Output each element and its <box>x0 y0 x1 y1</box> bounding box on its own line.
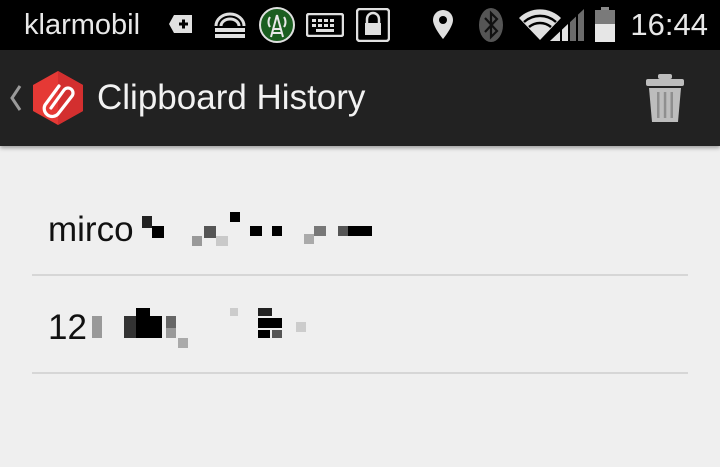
add-notification-icon <box>169 15 192 33</box>
battery-icon <box>595 7 615 42</box>
cloud-sync-icon <box>214 12 246 38</box>
trash-icon[interactable] <box>640 72 690 126</box>
chevron-left-icon[interactable] <box>8 83 24 113</box>
carrier-label: klarmobil <box>24 9 141 41</box>
location-icon <box>433 10 453 39</box>
paperclip-icon[interactable] <box>31 70 85 126</box>
antenna-app-icon <box>259 7 295 43</box>
list-item[interactable]: 12 <box>32 276 688 374</box>
status-bar: klarmobil 16:44 <box>0 0 720 50</box>
bluetooth-icon <box>479 8 503 42</box>
list-item[interactable]: mirco <box>32 178 688 276</box>
clock: 16:44 <box>630 7 708 42</box>
lock-icon <box>356 8 390 42</box>
clip-text: 12 <box>48 308 87 347</box>
clipboard-list: mirco 12 <box>32 178 688 374</box>
page-title: Clipboard History <box>97 78 366 117</box>
clip-text: mirco <box>48 210 134 249</box>
signal-icon <box>550 9 584 42</box>
keyboard-icon <box>306 13 344 37</box>
action-bar: Clipboard History <box>0 50 720 146</box>
